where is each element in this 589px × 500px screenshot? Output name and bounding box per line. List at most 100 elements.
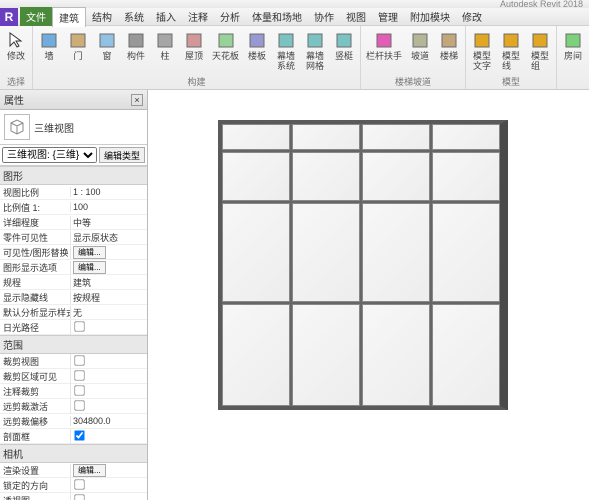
properties-panel: 属性 × 三维视图 三维视图: {三维} 编辑类型 图形视图比例1 : 100比… [0, 90, 148, 500]
instance-selector[interactable]: 三维视图: {三维} [2, 147, 97, 163]
property-checkbox[interactable] [74, 321, 84, 331]
category-header[interactable]: 相机 [0, 444, 147, 463]
ribbon-window-button[interactable]: 窗 [94, 28, 120, 63]
ribbon-grid-button[interactable]: 幕墙网格 [302, 28, 328, 73]
ribbon-column-button[interactable]: 柱 [152, 28, 178, 63]
group-label-select: 选择 [3, 75, 29, 88]
group-label-build: 构建 [36, 75, 357, 88]
group-icon [529, 29, 551, 51]
property-row: 剖面框 [0, 429, 147, 444]
property-value[interactable]: 按规程 [73, 293, 100, 303]
property-value[interactable]: 1 : 100 [73, 187, 101, 197]
close-icon[interactable]: × [131, 94, 143, 106]
property-name: 剖面框 [0, 430, 70, 443]
property-checkbox[interactable] [74, 479, 84, 489]
property-checkbox[interactable] [74, 370, 84, 380]
ribbon-roof-button[interactable]: 屋顶 [181, 28, 207, 63]
property-checkbox[interactable] [74, 430, 84, 440]
property-value[interactable]: 建筑 [73, 278, 91, 288]
wall-icon [38, 29, 60, 51]
modify-button[interactable]: 修改 [3, 28, 29, 63]
category-header[interactable]: 图形 [0, 166, 147, 185]
property-name: 裁剪视图 [0, 355, 70, 368]
room-icon [562, 29, 584, 51]
property-value[interactable]: 中等 [73, 218, 91, 228]
property-value[interactable]: 显示原状态 [73, 233, 118, 243]
edit-button[interactable]: 编辑... [73, 246, 106, 259]
property-row: 远剪裁偏移304800.0 [0, 414, 147, 429]
floor-icon [246, 29, 268, 51]
category-header[interactable]: 范围 [0, 335, 147, 354]
edit-button[interactable]: 编辑... [73, 261, 106, 274]
ribbon-group-select: 修改 选择 [0, 26, 33, 89]
property-checkbox[interactable] [74, 355, 84, 365]
property-row: 日光路径 [0, 320, 147, 335]
rail-icon [373, 29, 395, 51]
menu-tab-1[interactable]: 结构 [86, 7, 118, 27]
group-label-model: 模型 [469, 75, 553, 88]
group-label-stair: 楼梯坡道 [364, 75, 462, 88]
ribbon-text-button[interactable]: 模型文字 [469, 28, 495, 73]
ribbon-door-button[interactable]: 门 [65, 28, 91, 63]
menu-tab-7[interactable]: 协作 [308, 7, 340, 27]
ribbon-line-button[interactable]: 模型线 [498, 28, 524, 73]
edit-type-button[interactable]: 编辑类型 [99, 147, 145, 163]
menu-tab-9[interactable]: 管理 [372, 7, 404, 27]
properties-grid[interactable]: 图形视图比例1 : 100比例值 1:100详细程度中等零件可见性显示原状态可见… [0, 166, 147, 500]
ceiling-icon [215, 29, 237, 51]
menu-tab-6[interactable]: 体量和场地 [246, 7, 308, 27]
app-title: Autodesk Revit 2018 [500, 0, 583, 9]
property-name: 渲染设置 [0, 464, 70, 477]
ribbon-ramp-button[interactable]: 坡道 [407, 28, 433, 63]
property-checkbox[interactable] [74, 494, 84, 500]
mullion-icon [333, 29, 355, 51]
ribbon-group-button[interactable]: 模型组 [527, 28, 553, 73]
ribbon-group-model: 模型文字模型线模型组 模型 [466, 26, 557, 89]
property-row: 裁剪区域可见 [0, 369, 147, 384]
group-label-room: 房间和面积 [560, 75, 589, 88]
ribbon-stair-button[interactable]: 楼梯 [436, 28, 462, 63]
menu-tab-11[interactable]: 修改 [456, 7, 488, 27]
ribbon-ceiling-button[interactable]: 天花板 [210, 28, 241, 63]
roof-icon [183, 29, 205, 51]
revit-logo[interactable]: R [0, 8, 18, 26]
menu-tab-5[interactable]: 分析 [214, 7, 246, 27]
property-name: 视图比例 [0, 186, 70, 199]
property-checkbox[interactable] [74, 400, 84, 410]
grid-icon [304, 29, 326, 51]
ribbon-floor-button[interactable]: 楼板 [244, 28, 270, 63]
property-row: 可见性/图形替换编辑... [0, 245, 147, 260]
ribbon-room-button[interactable]: 房间 [560, 28, 586, 63]
door-icon [67, 29, 89, 51]
ribbon-component-button[interactable]: 构件 [123, 28, 149, 63]
property-row: 显示隐藏线按规程 [0, 290, 147, 305]
ribbon-rail-button[interactable]: 栏杆扶手 [364, 28, 404, 63]
ribbon-group-stair: 栏杆扶手坡道楼梯 楼梯坡道 [361, 26, 466, 89]
column-icon [154, 29, 176, 51]
ramp-icon [409, 29, 431, 51]
edit-button[interactable]: 编辑... [73, 464, 106, 477]
ribbon-curtain-button[interactable]: 幕墙系统 [273, 28, 299, 73]
menu-tab-8[interactable]: 视图 [340, 7, 372, 27]
menu-tab-10[interactable]: 附加模块 [404, 7, 456, 27]
menu-tab-2[interactable]: 系统 [118, 7, 150, 27]
property-value[interactable]: 无 [73, 308, 82, 318]
property-row: 渲染设置编辑... [0, 463, 147, 478]
ribbon-mullion-button[interactable]: 竖梃 [331, 28, 357, 63]
menu-tab-0[interactable]: 建筑 [52, 7, 86, 27]
menu-file[interactable]: 文件 [20, 7, 52, 26]
property-value[interactable]: 304800.0 [73, 416, 111, 426]
component-icon [125, 29, 147, 51]
property-name: 详细程度 [0, 216, 70, 229]
property-checkbox[interactable] [74, 385, 84, 395]
curtain-wall-model[interactable] [218, 120, 508, 410]
menu-tab-3[interactable]: 插入 [150, 7, 182, 27]
menu-tab-4[interactable]: 注释 [182, 7, 214, 27]
property-name: 默认分析显示样式 [0, 306, 70, 319]
property-value[interactable]: 100 [73, 202, 88, 212]
property-name: 锁定的方向 [0, 479, 70, 492]
type-selector[interactable]: 三维视图 [0, 110, 147, 145]
ribbon-wall-button[interactable]: 墙 [36, 28, 62, 63]
cube-icon [4, 114, 30, 140]
view-canvas[interactable] [148, 90, 589, 500]
